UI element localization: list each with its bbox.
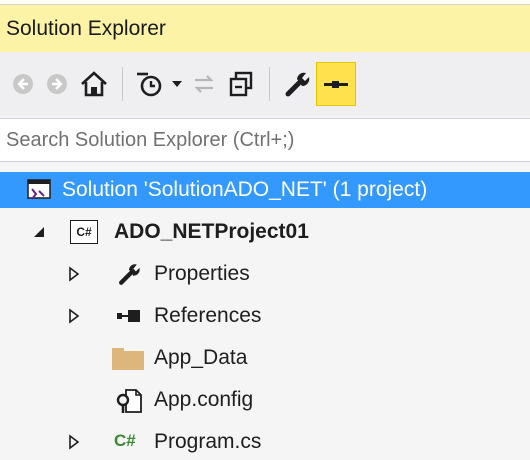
tree-item-label: Solution 'SolutionADO_NET' (1 project) [62,178,428,201]
tree-item-label: Properties [154,262,250,285]
tree-item-label: Program.cs [154,430,262,453]
properties-icon[interactable] [278,62,316,106]
search-input[interactable]: Search Solution Explorer (Ctrl+;) [0,118,530,162]
toolbar-separator [122,67,123,101]
references-icon [116,308,144,324]
tree-item-solution[interactable]: Solution 'SolutionADO_NET' (1 project) [0,172,530,208]
tree-item-app-config[interactable]: App.config [0,382,530,418]
collapsed-arrow-icon[interactable] [68,308,80,324]
collapse-all-icon[interactable] [221,62,261,106]
tree-item-properties[interactable]: Properties [0,256,530,292]
tree-item-program-cs[interactable]: C# Program.cs [0,424,530,460]
tree-item-project[interactable]: C# ADO_NETProject01 [0,214,530,250]
csharp-file-icon: C# [114,431,136,450]
csharp-project-icon: C# [70,220,98,244]
expanded-arrow-icon[interactable] [32,225,46,239]
tree-item-label: References [154,304,262,327]
preview-icon[interactable] [316,62,356,106]
tree-item-label: ADO_NETProject01 [114,220,309,243]
forward-icon[interactable] [40,62,74,106]
panel-title: Solution Explorer [6,16,166,40]
pending-changes-icon[interactable] [131,62,167,106]
dropdown-icon[interactable] [167,62,187,106]
collapsed-arrow-icon[interactable] [68,266,80,282]
solution-icon [26,178,52,202]
toolbar [0,52,530,116]
back-icon[interactable] [6,62,40,106]
toolbar-separator [269,67,270,101]
home-icon[interactable] [74,62,114,106]
tree-item-label: App_Data [154,346,248,369]
tree-item-label: App.config [154,388,254,411]
tree-item-references[interactable]: References [0,298,530,334]
folder-icon [112,347,146,371]
sync-icon[interactable] [187,62,221,106]
config-file-icon [116,387,144,415]
panel-title-bar[interactable]: Solution Explorer [0,5,530,52]
collapsed-arrow-icon[interactable] [68,434,80,450]
search-placeholder: Search Solution Explorer (Ctrl+;) [6,128,295,151]
wrench-icon [116,261,142,287]
tree-item-app-data[interactable]: App_Data [0,340,530,376]
